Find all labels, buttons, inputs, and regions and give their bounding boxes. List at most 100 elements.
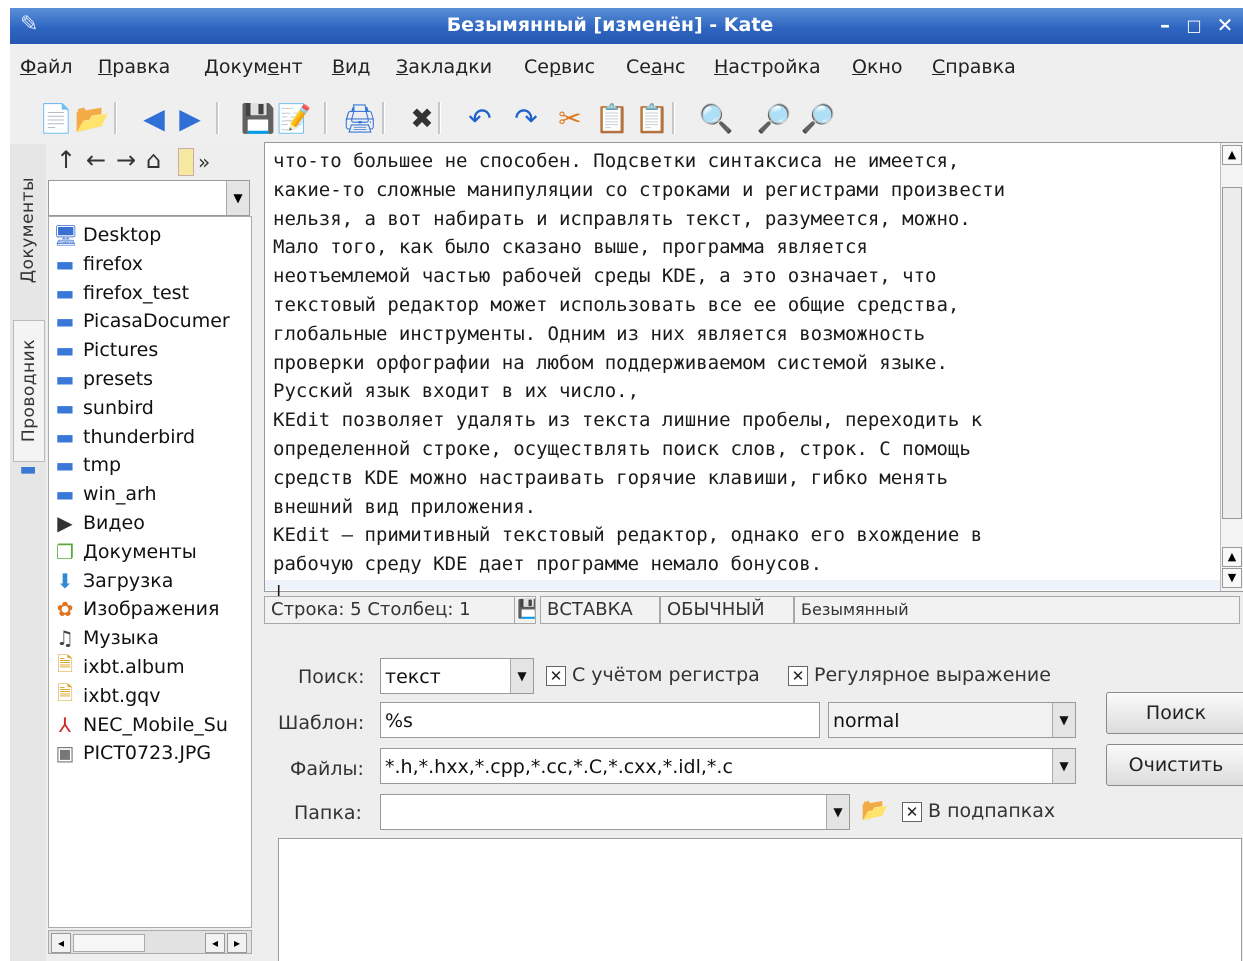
search-combo[interactable]: текст ▼ xyxy=(380,658,534,694)
list-item[interactable]: 🖥 Desktop xyxy=(53,221,161,249)
undo-icon[interactable]: ↶ xyxy=(462,100,498,136)
list-item[interactable]: ▬ win_arh xyxy=(53,480,157,508)
chevron-down-icon[interactable]: ▼ xyxy=(510,659,533,693)
menu-item-5[interactable]: Сервис xyxy=(524,56,595,78)
regex-label: Регулярное выражение xyxy=(814,664,1051,686)
menu-item-4[interactable]: Закладки xyxy=(396,56,492,78)
subfolders-checkbox[interactable]: ✕ xyxy=(902,802,922,822)
regex-checkbox[interactable]: ✕ xyxy=(788,666,808,686)
editor-line: KEdit — примитивный текстовый редактор, … xyxy=(273,524,983,547)
find-prev-icon[interactable]: 🔎 xyxy=(800,100,836,136)
folder-combo[interactable]: ▼ xyxy=(380,794,850,830)
list-item[interactable]: ▬ sunbird xyxy=(53,394,154,422)
tab-documents[interactable]: Документы xyxy=(13,150,43,310)
paste-icon[interactable]: 📋 xyxy=(634,100,670,136)
template-mode-value: normal xyxy=(833,710,900,732)
file-list-hscrollbar[interactable]: ◂ ◂ ▸ xyxy=(48,930,252,954)
editor-vscrollbar[interactable]: ▲ ▲ ▼ xyxy=(1220,143,1243,591)
list-item[interactable]: ♫ Музыка xyxy=(53,624,159,652)
list-item[interactable]: ▬ firefox_test xyxy=(53,279,189,307)
chevron-down-icon[interactable]: ▼ xyxy=(226,181,249,215)
scroll-down-icon[interactable]: ▼ xyxy=(1222,568,1242,588)
case-sensitive-checkbox[interactable]: ✕ xyxy=(546,666,566,686)
menu-item-3[interactable]: Вид xyxy=(332,56,371,78)
list-item[interactable]: ⅄ NEC_Mobile_Su xyxy=(53,711,228,739)
scroll-left-icon[interactable]: ◂ xyxy=(51,933,71,953)
side-tab-strip: Документы ❐ Проводник ▬ xyxy=(10,144,46,961)
search-button[interactable]: Поиск xyxy=(1106,692,1243,734)
list-item[interactable]: 🗎 ixbt.album xyxy=(53,652,185,681)
editor-text[interactable]: что-то большее не способен. Подсветки си… xyxy=(273,147,1221,608)
open-folder-icon[interactable]: 📂 xyxy=(74,100,110,136)
scroll-up-icon[interactable]: ▲ xyxy=(1222,547,1242,567)
list-item[interactable]: ▣ PICT0723.JPG xyxy=(53,739,212,767)
redo-icon[interactable]: ↷ xyxy=(508,100,544,136)
back-nav-icon[interactable]: ← xyxy=(86,146,106,174)
list-item[interactable]: ▬ tmp xyxy=(53,451,121,479)
copy-icon[interactable]: 📋 xyxy=(594,100,630,136)
chevron-down-icon[interactable]: ▼ xyxy=(1052,749,1075,783)
status-selection-mode[interactable]: ОБЫЧНЫЙ xyxy=(660,596,794,624)
menu-item-1[interactable]: Правка xyxy=(98,56,170,78)
list-item[interactable]: ⬇ Загрузка xyxy=(53,567,174,595)
list-item[interactable]: ▬ thunderbird xyxy=(53,423,195,451)
print-icon[interactable]: 🖨 xyxy=(342,100,378,136)
scroll-right-icon[interactable]: ▸ xyxy=(227,933,247,953)
tab-explorer[interactable]: Проводник xyxy=(13,320,45,462)
menu-item-6[interactable]: Сеанс xyxy=(626,56,686,78)
files-filter-combo[interactable]: *.h,*.hxx,*.cpp,*.cc,*.C,*.cxx,*.idl,*.c… xyxy=(380,748,1076,784)
file-name: tmp xyxy=(83,454,122,477)
cut-icon[interactable]: ✂ xyxy=(552,100,588,136)
close-button[interactable]: ✕ xyxy=(1213,13,1237,37)
scroll-left-icon[interactable]: ◂ xyxy=(205,933,225,953)
search-label: Поиск: xyxy=(298,666,365,688)
template-mode-select[interactable]: normal ▼ xyxy=(828,702,1076,738)
menu-item-0[interactable]: Файл xyxy=(20,56,73,78)
list-item[interactable]: ▶ Видео xyxy=(53,509,145,537)
save-as-icon[interactable]: 📝 xyxy=(276,100,312,136)
image-file-icon: ▣ xyxy=(55,741,75,766)
scroll-up-icon[interactable]: ▲ xyxy=(1222,145,1242,165)
chevron-down-icon[interactable]: ▼ xyxy=(1052,703,1075,737)
menu-item-7[interactable]: Настройка xyxy=(714,56,821,78)
text-editor[interactable]: что-то большее не способен. Подсветки си… xyxy=(264,142,1243,604)
search-results-list[interactable] xyxy=(278,838,1242,961)
close-document-icon[interactable]: ✖ xyxy=(404,100,440,136)
path-combo[interactable]: ▼ xyxy=(48,180,250,216)
find-next-icon[interactable]: 🔎 xyxy=(756,100,792,136)
template-input[interactable]: %s xyxy=(380,702,820,738)
scroll-thumb[interactable] xyxy=(1222,187,1242,519)
scroll-thumb[interactable] xyxy=(73,934,145,952)
status-bar: Строка: 5 Столбец: 1 💾 ВСТАВКА ОБЫЧНЫЙ Б… xyxy=(264,594,1242,626)
folder-sync-icon[interactable] xyxy=(178,148,194,176)
list-item[interactable]: ▬ PicasaDocumer xyxy=(53,307,230,335)
minimize-button[interactable]: – xyxy=(1153,13,1177,37)
file-name: ixbt.album xyxy=(83,656,185,678)
list-item[interactable]: ▬ presets xyxy=(53,365,154,393)
list-item[interactable]: ❐ Документы xyxy=(53,538,197,566)
list-item[interactable]: 🗎 ixbt.gqv xyxy=(53,681,161,710)
forward-icon[interactable]: ▶ xyxy=(172,100,208,136)
menu-item-8[interactable]: Окно xyxy=(852,56,903,78)
up-icon[interactable]: ↑ xyxy=(56,146,76,174)
list-item[interactable]: ▬ Pictures xyxy=(53,336,159,364)
status-insert-mode[interactable]: ВСТАВКА xyxy=(540,596,660,624)
new-document-icon[interactable]: 📄 xyxy=(38,100,74,136)
list-item[interactable]: ✿ Изображения xyxy=(53,595,220,623)
back-icon[interactable]: ◀ xyxy=(136,100,172,136)
more-chevron-icon[interactable]: » xyxy=(198,150,210,174)
find-icon[interactable]: 🔍 xyxy=(698,100,734,136)
home-icon[interactable]: ⌂ xyxy=(146,146,161,174)
forward-nav-icon[interactable]: → xyxy=(116,146,136,174)
title-bar[interactable]: ✎ Безымянный [изменён] - Kate – □ ✕ xyxy=(10,8,1243,44)
menu-item-9[interactable]: Справка xyxy=(932,56,1016,78)
list-item[interactable]: ▬ firefox xyxy=(53,250,143,278)
chevron-down-icon[interactable]: ▼ xyxy=(826,795,849,829)
editor-line: KEdit позволяет удалять из текста лишние… xyxy=(273,409,983,432)
maximize-button[interactable]: □ xyxy=(1182,16,1206,35)
menu-item-2[interactable]: Документ xyxy=(204,56,303,78)
save-icon[interactable]: 💾 xyxy=(240,100,276,136)
browse-folder-icon[interactable]: 📂 xyxy=(860,796,890,826)
clear-button[interactable]: Очистить xyxy=(1106,744,1243,786)
desktop-icon: 🖥 xyxy=(53,223,79,247)
